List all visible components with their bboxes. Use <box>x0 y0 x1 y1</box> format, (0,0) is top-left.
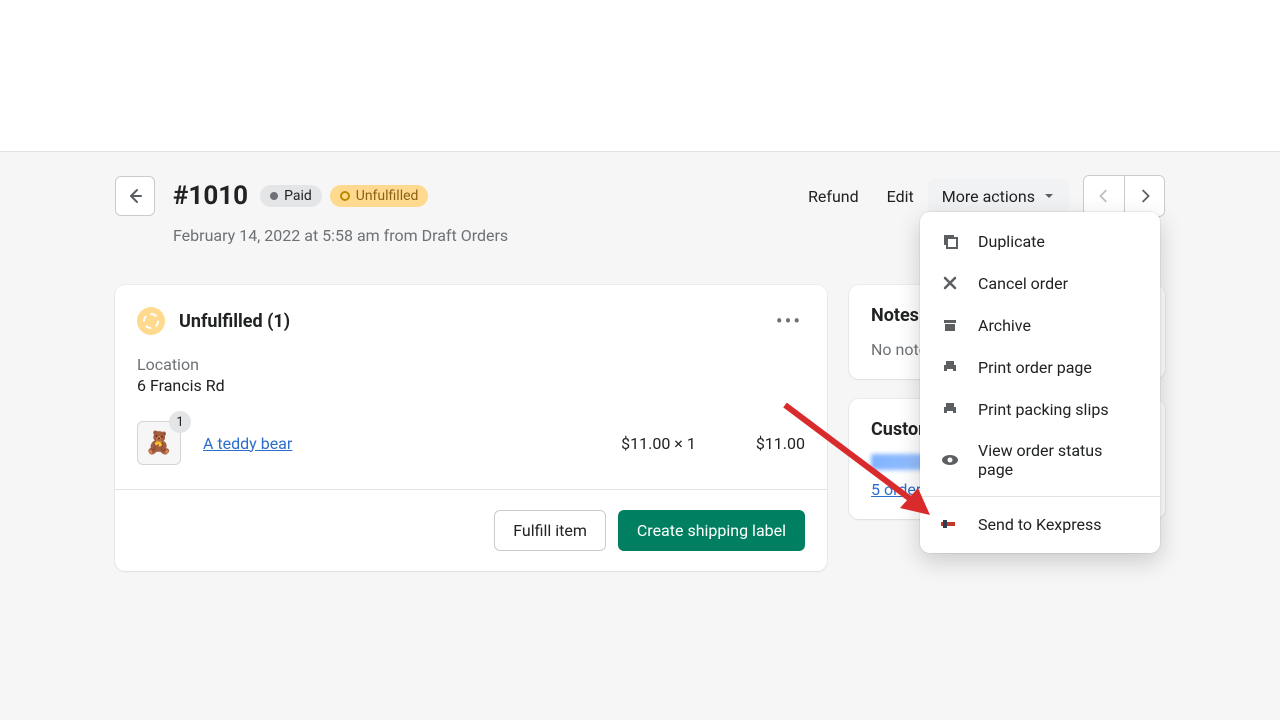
item-name-link[interactable]: A teddy bear <box>203 434 292 453</box>
archive-icon <box>940 315 960 335</box>
more-actions-button[interactable]: More actions <box>928 179 1069 214</box>
menu-view-status[interactable]: View order status page <box>920 430 1160 490</box>
eye-icon <box>940 450 960 470</box>
ring-icon <box>340 191 350 201</box>
kexpress-icon <box>940 514 960 534</box>
fulfillment-header: Unfulfilled (1) ••• <box>115 285 827 337</box>
duplicate-icon <box>940 231 960 251</box>
item-thumbnail[interactable]: 🧸 1 <box>137 421 181 465</box>
menu-duplicate-label: Duplicate <box>978 232 1045 251</box>
fulfillment-footer: Fulfill item Create shipping label <box>115 489 827 571</box>
menu-separator <box>920 496 1160 497</box>
menu-duplicate[interactable]: Duplicate <box>920 220 1160 262</box>
create-shipping-label-button[interactable]: Create shipping label <box>618 510 805 551</box>
page-header: #1010 Paid Unfulfilled Refund Edit More … <box>0 176 1280 216</box>
fulfill-item-button[interactable]: Fulfill item <box>494 510 606 551</box>
menu-print-slips[interactable]: Print packing slips <box>920 388 1160 430</box>
fulfillment-title: Unfulfilled (1) <box>179 311 290 332</box>
unfulfilled-badge-label: Unfulfilled <box>356 188 419 204</box>
paid-badge-label: Paid <box>284 188 312 204</box>
menu-print-slips-label: Print packing slips <box>978 400 1109 419</box>
location-value: 6 Francis Rd <box>137 376 805 395</box>
menu-print-order[interactable]: Print order page <box>920 346 1160 388</box>
print-icon <box>940 357 960 377</box>
unfulfilled-badge: Unfulfilled <box>330 185 429 207</box>
main-column: Unfulfilled (1) ••• Location 6 Francis R… <box>115 285 827 591</box>
print-icon <box>940 399 960 419</box>
fulfillment-more-button[interactable]: ••• <box>773 305 805 337</box>
header-actions: Refund Edit More actions <box>794 175 1165 217</box>
next-order-button[interactable] <box>1124 176 1164 216</box>
menu-view-status-label: View order status page <box>978 441 1140 479</box>
dots-icon: ••• <box>776 309 802 333</box>
item-unit-price: $11.00 × 1 <box>621 434 756 453</box>
paid-badge: Paid <box>260 185 322 207</box>
more-actions-menu: Duplicate Cancel order Archive Print ord… <box>920 212 1160 553</box>
fulfillment-card: Unfulfilled (1) ••• Location 6 Francis R… <box>115 285 827 571</box>
menu-send-kexpress[interactable]: Send to Kexpress <box>920 503 1160 545</box>
item-line-total: $11.00 <box>756 434 805 453</box>
caret-down-icon <box>1043 190 1055 202</box>
unfulfilled-status-icon <box>137 307 165 335</box>
menu-archive[interactable]: Archive <box>920 304 1160 346</box>
back-button[interactable] <box>115 176 155 216</box>
location-block: Location 6 Francis Rd <box>115 337 827 395</box>
dot-icon <box>270 192 278 200</box>
top-whitespace <box>0 0 1280 152</box>
prev-order-button[interactable] <box>1084 176 1124 216</box>
menu-cancel-label: Cancel order <box>978 274 1068 293</box>
arrow-left-icon <box>125 186 145 206</box>
chevron-left-icon <box>1095 187 1113 205</box>
edit-button[interactable]: Edit <box>873 179 928 214</box>
menu-send-kexpress-label: Send to Kexpress <box>978 515 1102 534</box>
close-icon <box>940 273 960 293</box>
menu-cancel-order[interactable]: Cancel order <box>920 262 1160 304</box>
menu-print-order-label: Print order page <box>978 358 1092 377</box>
item-qty-badge: 1 <box>169 411 191 433</box>
pager <box>1083 175 1165 217</box>
more-actions-label: More actions <box>942 187 1035 206</box>
order-id: #1010 <box>173 181 248 211</box>
location-label: Location <box>137 355 805 374</box>
chevron-right-icon <box>1136 187 1154 205</box>
refund-button[interactable]: Refund <box>794 179 873 214</box>
menu-archive-label: Archive <box>978 316 1031 335</box>
line-item: 🧸 1 A teddy bear $11.00 × 1 $11.00 <box>115 395 827 489</box>
